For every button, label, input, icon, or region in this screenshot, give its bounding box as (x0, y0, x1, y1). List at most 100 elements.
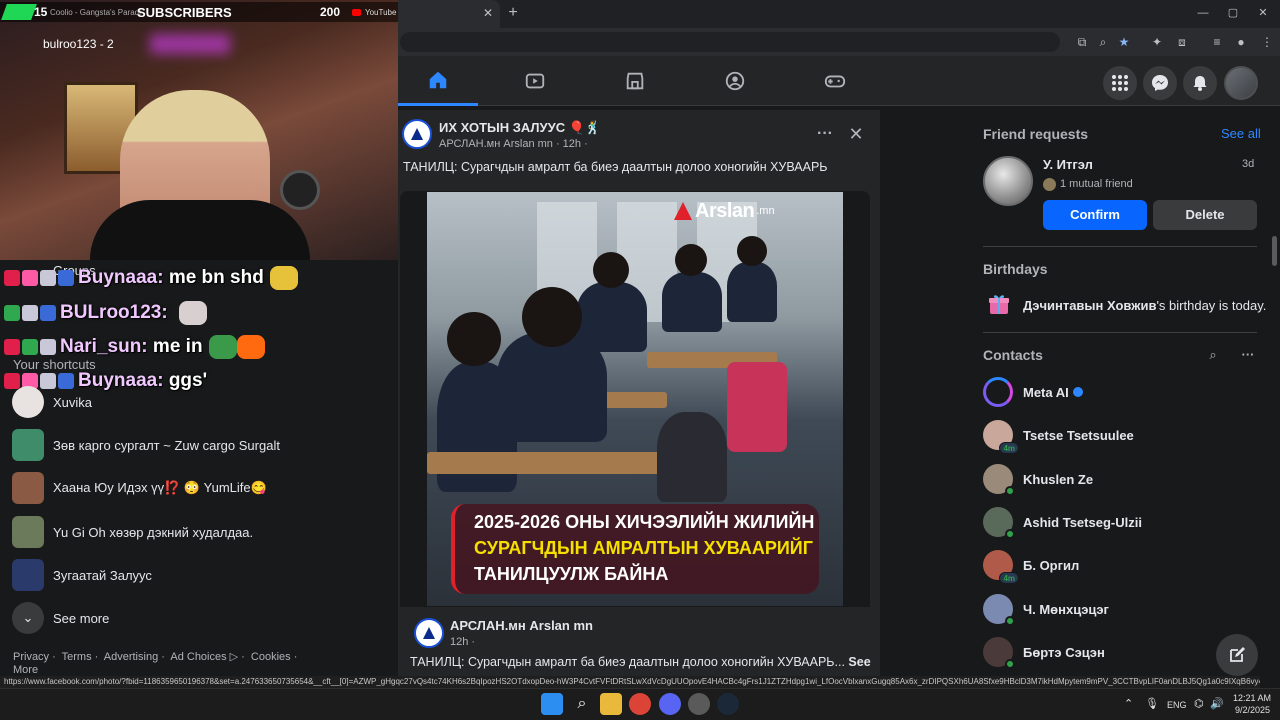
clock-time[interactable]: 12:21 AM (1233, 693, 1271, 703)
post-time[interactable]: 12h · (450, 636, 475, 648)
search-icon[interactable]: ⌕ (571, 693, 593, 715)
zoom-icon[interactable]: ⌕ (1094, 33, 1112, 51)
tab-close-icon[interactable]: ✕ (480, 5, 496, 21)
post-group-name[interactable]: ИХ ХОТЫН ЗАЛУУС 🎈🕺 (439, 120, 601, 136)
contact-item[interactable]: Meta AI (983, 374, 1083, 410)
extension-icon[interactable]: ✦ (1148, 33, 1166, 51)
contact-item[interactable]: 4m Б. Оргил (983, 547, 1079, 584)
contact-name: Бөртэ Сэцэн (1023, 644, 1105, 660)
contact-avatar: 4m (983, 550, 1019, 584)
messenger-button[interactable] (1143, 66, 1177, 100)
online-indicator (1005, 486, 1015, 496)
emote-icon (236, 335, 265, 359)
file-explorer-icon[interactable] (600, 693, 622, 715)
chat-text: me bn shd (168, 267, 264, 288)
see-more-button[interactable]: ⌄ See more (12, 601, 109, 635)
shortcut-item[interactable]: Yu Gi Oh хөзөр дэкний худалдаа. (12, 515, 253, 549)
notifications-button[interactable] (1183, 66, 1217, 100)
page-avatar[interactable] (414, 618, 444, 648)
birthday-notice[interactable]: Дэчинтавын Ховжив's birthday is today. (1023, 298, 1266, 313)
see-more-link[interactable]: See (848, 655, 870, 669)
shortcut-thumb (12, 429, 44, 461)
friend-request-name[interactable]: У. Итгэл (1043, 157, 1093, 172)
search-icon[interactable]: ⌕ (1203, 347, 1223, 363)
nav-home[interactable] (398, 56, 478, 106)
footer-privacy[interactable]: Privacy · (13, 651, 56, 663)
nav-video[interactable] (495, 56, 575, 106)
close-icon[interactable]: ✕ (846, 124, 866, 144)
puzzle-icon[interactable]: ⧈ (1173, 33, 1191, 51)
network-icon[interactable]: ⌬ (1194, 697, 1204, 710)
shortcut-item[interactable]: Xuvika (12, 385, 92, 419)
banner-line: ТАНИЛЦУУЛЖ БАЙНА (474, 564, 669, 584)
volume-icon[interactable]: 🔊 (1210, 697, 1224, 710)
clock-date[interactable]: 9/2/2025 (1235, 705, 1270, 715)
now-playing: Coolio - Gangsta's Paradi (50, 8, 141, 17)
contact-name: Khuslen Ze (1023, 471, 1094, 487)
footer-more[interactable]: More (13, 664, 38, 676)
address-bar[interactable] (400, 32, 1060, 52)
app-icon[interactable] (688, 693, 710, 715)
nav-gaming[interactable] (795, 56, 875, 106)
discord-icon[interactable] (659, 693, 681, 715)
cast-icon[interactable]: ⧉ (1073, 33, 1091, 51)
chat-message: Buynaaa: me bn shd (4, 263, 298, 293)
post-author-avatar[interactable] (402, 119, 432, 149)
shortcut-item[interactable]: Зугаатай Залуус (12, 558, 152, 592)
minimize-icon[interactable]: — (1188, 4, 1218, 22)
friend-request-avatar[interactable] (983, 156, 1033, 206)
menu-button[interactable] (1103, 66, 1137, 100)
delete-button[interactable]: Delete (1153, 200, 1257, 230)
microphone-icon[interactable]: 🎙 (1145, 697, 1159, 710)
new-message-button[interactable] (1216, 634, 1258, 676)
nav-groups[interactable] (695, 56, 775, 106)
logo-suffix: .mn (756, 205, 775, 217)
nav-marketplace[interactable] (595, 56, 675, 106)
contact-item[interactable]: Ч. Мөнхцэцэг (983, 591, 1109, 627)
contact-avatar (983, 464, 1015, 496)
contact-item[interactable]: Ashid Tsetseg-Ulzii (983, 504, 1142, 540)
shortcut-thumb (12, 472, 44, 504)
contact-avatar: 4m (983, 420, 1019, 454)
chat-user: Buynaaa: (78, 267, 164, 288)
confirm-button[interactable]: Confirm (1043, 200, 1147, 230)
contact-avatar (983, 594, 1015, 626)
shortcut-item[interactable]: Зөв карго сургалт ~ Zuw cargo Surgalt (12, 428, 280, 462)
maximize-icon[interactable]: ▢ (1218, 4, 1248, 22)
emote-icon (269, 266, 298, 290)
chrome-icon[interactable] (629, 693, 651, 715)
mutual-friends[interactable]: 1 mutual friend (1060, 178, 1133, 190)
footer-cookies[interactable]: Cookies · (251, 651, 297, 663)
tray-chevron-icon[interactable]: ⌃ (1124, 697, 1133, 710)
footer-advertising[interactable]: Advertising · (104, 651, 165, 663)
new-tab-icon[interactable]: + (504, 4, 522, 22)
window-close-icon[interactable]: ✕ (1248, 4, 1278, 22)
more-options-icon[interactable]: ··· (815, 124, 835, 144)
windows-start-icon[interactable] (541, 693, 563, 715)
messenger-icon (1152, 75, 1168, 91)
profile-icon[interactable]: ● (1232, 33, 1250, 51)
post-caption: ТАНИЛЦ: Сурагчдын амралт ба биеэ даалтын… (403, 160, 828, 174)
more-options-icon[interactable]: ··· (1238, 347, 1258, 363)
post-author-line[interactable]: АРСЛАН.мн Arslan mn · 12h · (439, 138, 588, 150)
contact-item[interactable]: Khuslen Ze (983, 461, 1093, 497)
language-indicator[interactable]: ENG (1167, 700, 1187, 710)
contact-item[interactable]: 4m Tsetse Tsetsuulee (983, 417, 1134, 454)
birthdays-heading: Birthdays (983, 261, 1048, 277)
see-all-link[interactable]: See all (1221, 126, 1261, 141)
contact-item[interactable]: Бөртэ Сэцэн (983, 634, 1105, 670)
sub-count: 15 (34, 5, 48, 19)
scrollbar[interactable] (1272, 236, 1277, 266)
bookmark-star-icon[interactable]: ★ (1115, 33, 1133, 51)
browser-menu-icon[interactable]: ⋮ (1258, 33, 1276, 51)
page-name[interactable]: АРСЛАН.мн Arslan mn (450, 618, 593, 633)
platform-label: YouTube (365, 8, 397, 17)
steam-icon[interactable] (717, 693, 739, 715)
footer-ad-choices[interactable]: Ad Choices ▷ · (170, 651, 245, 663)
home-icon (429, 71, 447, 88)
chat-user: Nari_sun: (60, 336, 148, 357)
account-avatar[interactable] (1224, 66, 1258, 100)
tab-search-icon[interactable]: ≡ (1208, 33, 1226, 51)
footer-terms[interactable]: Terms · (62, 651, 99, 663)
shortcut-item[interactable]: Хаана Юу Идэх үү⁉️ 😳 YumLife😋 (12, 471, 267, 505)
